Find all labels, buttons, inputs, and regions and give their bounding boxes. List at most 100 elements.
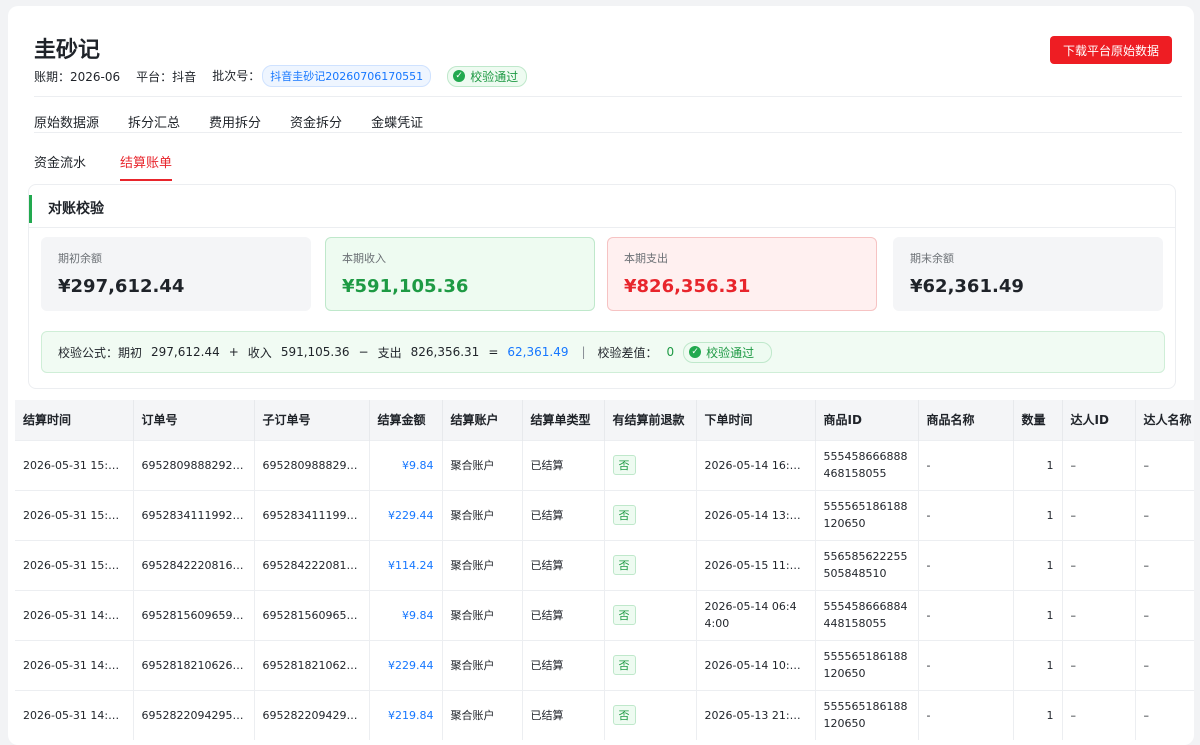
period-info: 账期：2026-06	[34, 68, 120, 85]
column-header[interactable]: 下单时间	[696, 400, 816, 440]
table-row[interactable]: 2026-05-31 14:10:00 6952818210626344152 …	[15, 639, 1194, 690]
influencer-id-cell: –	[1062, 539, 1136, 590]
influencer-name-cell: –	[1135, 439, 1194, 490]
check-circle-icon: ✓	[453, 70, 466, 82]
influencer-name-cell: –	[1135, 539, 1194, 590]
bill-type-cell: 已结算	[522, 589, 605, 640]
main-card: 圭砂记 账期：2026-06 平台：抖音 批次号： 抖音圭砂记2026070617…	[8, 6, 1194, 745]
formula-diff: 0	[666, 345, 675, 359]
column-header[interactable]: 有结算前退款	[604, 400, 697, 440]
table-row[interactable]: 2026-05-31 15:07:00 6952842220816093652 …	[15, 539, 1194, 590]
refund-badge: 否	[612, 555, 636, 575]
refund-cell: 否	[604, 439, 697, 490]
check-circle-icon: ✓	[689, 346, 702, 358]
batch-label: 批次号：	[212, 69, 261, 83]
stat-label: 本期支出	[624, 252, 668, 265]
influencer-id-cell: –	[1062, 439, 1136, 490]
download-raw-data-button[interactable]: 下载平台原始数据	[1049, 36, 1172, 64]
column-header[interactable]: 达人ID	[1062, 400, 1136, 440]
order-no-cell: 6952809888292638052	[133, 439, 255, 490]
formula-expense-label: 支出	[377, 345, 402, 360]
stat-value: ¥297,612.44	[58, 276, 185, 297]
order-time-cell: 2026-05-14 10:11:00	[696, 639, 816, 690]
formula-diff-label: 校验差值：	[597, 345, 658, 360]
bill-type-cell: 已结算	[522, 489, 605, 540]
platform-label: 平台：	[136, 69, 173, 84]
settle-time-cell: 2026-05-31 15:18:00	[15, 439, 134, 490]
tab-kingdee-voucher[interactable]: 金蝶凭证	[371, 112, 423, 131]
formula-opening: 297,612.44	[151, 345, 220, 359]
product-name-cell: -	[918, 589, 1014, 640]
refund-badge: 否	[612, 455, 636, 475]
column-header[interactable]: 结算账户	[442, 400, 523, 440]
column-header[interactable]: 子订单号	[254, 400, 370, 440]
tab-split-summary[interactable]: 拆分汇总	[128, 112, 180, 131]
column-header[interactable]: 达人名称	[1135, 400, 1194, 440]
product-name-cell: -	[918, 689, 1014, 740]
platform-value: 抖音	[172, 69, 197, 84]
order-no-cell: 6952822094295068652	[133, 689, 255, 740]
account-cell: 聚合账户	[442, 639, 523, 690]
refund-badge: 否	[612, 705, 636, 726]
platform-info: 平台：抖音	[136, 68, 196, 85]
order-time-cell: 2026-05-15 11:32:00	[696, 539, 816, 590]
column-header[interactable]: 结算单类型	[522, 400, 605, 440]
influencer-name-cell: –	[1135, 589, 1194, 640]
stat-value: ¥826,356.31	[624, 276, 751, 297]
amount-cell: ¥9.84	[369, 439, 443, 490]
column-header[interactable]: 商品ID	[815, 400, 919, 440]
formula-result: 62,361.49	[507, 345, 569, 359]
influencer-name-cell: –	[1135, 639, 1194, 690]
sub-order-no-cell: 6952809888292638052	[254, 439, 370, 490]
table-header-row: 结算时间 订单号 子订单号 结算金额 结算账户 结算单类型 有结算前退款 下单时…	[15, 400, 1194, 440]
sub-order-no-cell: 6952815609659346352	[254, 589, 370, 640]
stat-value: ¥62,361.49	[910, 276, 1024, 297]
column-header[interactable]: 数量	[1013, 400, 1063, 440]
order-no-cell: 6952818210626344152	[133, 639, 255, 690]
tab-raw-data[interactable]: 原始数据源	[34, 112, 99, 131]
batch-number-chip[interactable]: 抖音圭砂记20260706170551	[262, 65, 432, 87]
tab-fee-split[interactable]: 费用拆分	[209, 112, 261, 131]
check-formula: 校验公式：期初 297,612.44 + 收入 591,105.36 − 支出 …	[41, 331, 1165, 373]
tab-settlement-bill[interactable]: 结算账单	[120, 152, 173, 181]
sub-order-no-cell: 6952842220816093652	[254, 539, 370, 590]
product-name-cell: -	[918, 439, 1014, 490]
sub-order-no-cell: 6952822094295068652	[254, 689, 370, 740]
stat-value: ¥591,105.36	[342, 276, 469, 297]
sub-order-no-cell: 6952834111992239852	[254, 489, 370, 540]
formula-expense: 826,356.31	[410, 345, 480, 359]
table-row[interactable]: 2026-05-31 14:10:00 6952822094295068652 …	[15, 689, 1194, 740]
income-card: 本期收入 ¥591,105.36	[325, 237, 595, 311]
tab-fund-split[interactable]: 资金拆分	[290, 112, 342, 131]
product-id-cell: 555565186188120650	[815, 489, 919, 540]
opening-balance-card: 期初余额 ¥297,612.44	[41, 237, 311, 311]
formula-separator: |	[581, 345, 586, 359]
column-header[interactable]: 订单号	[133, 400, 255, 440]
settle-time-cell: 2026-05-31 15:18:00	[15, 489, 134, 540]
column-header[interactable]: 商品名称	[918, 400, 1014, 440]
divider	[29, 227, 1175, 228]
formula-equals: =	[488, 345, 499, 359]
tab-fund-flow[interactable]: 资金流水	[34, 152, 86, 181]
account-cell: 聚合账户	[442, 489, 523, 540]
table-row[interactable]: 2026-05-31 15:18:00 6952809888292638052 …	[15, 439, 1194, 490]
status-badge: ✓ 校验通过	[447, 65, 528, 87]
qty-cell: 1	[1013, 439, 1063, 490]
bill-type-cell: 已结算	[522, 639, 605, 690]
stat-label: 本期收入	[342, 252, 386, 265]
product-id-cell: 556585622255505848510	[815, 539, 919, 590]
column-header[interactable]: 结算时间	[15, 400, 134, 440]
secondary-tabs: 资金流水 结算账单	[34, 152, 206, 181]
settlement-table-wrap: 结算时间 订单号 子订单号 结算金额 结算账户 结算单类型 有结算前退款 下单时…	[15, 400, 1194, 740]
bill-type-cell: 已结算	[522, 689, 605, 740]
reconciliation-panel: 对账校验 期初余额 ¥297,612.44 本期收入 ¥591,105.36 本…	[28, 184, 1176, 389]
column-header[interactable]: 结算金额	[369, 400, 443, 440]
product-name-cell: -	[918, 639, 1014, 690]
status-text: 校验通过	[706, 345, 755, 360]
bill-type-cell: 已结算	[522, 539, 605, 590]
influencer-name-cell: –	[1135, 489, 1194, 540]
influencer-id-cell: –	[1062, 689, 1136, 740]
table-row[interactable]: 2026-05-31 15:18:00 6952834111992239852 …	[15, 489, 1194, 540]
table-row[interactable]: 2026-05-31 14:45:00 6952815609659346352 …	[15, 589, 1194, 640]
influencer-id-cell: –	[1062, 589, 1136, 640]
